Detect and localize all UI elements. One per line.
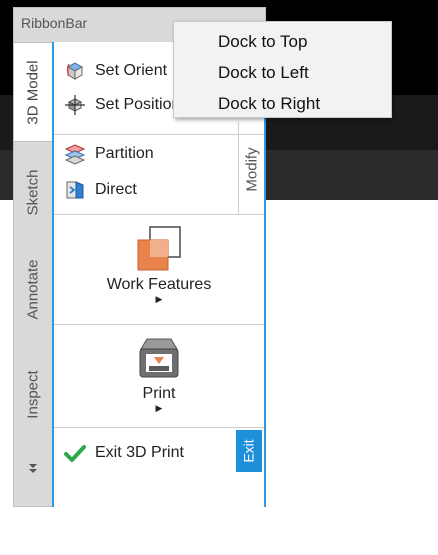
set-position-button[interactable]: Set Position xyxy=(64,94,180,116)
partition-button[interactable]: Partition xyxy=(64,143,154,165)
print-icon xyxy=(54,333,264,385)
separator xyxy=(54,134,264,135)
work-features-button[interactable]: Work Features ▶ xyxy=(54,224,264,305)
tab-annotate-label: Annotate xyxy=(24,259,42,320)
direct-edit-icon xyxy=(64,179,86,201)
menu-item-dock-to-left[interactable]: Dock to Left xyxy=(218,63,309,83)
separator xyxy=(54,214,264,215)
tab-annotate[interactable]: Annotate xyxy=(14,237,52,342)
tab-sketch-label: Sketch xyxy=(24,169,42,215)
work-features-label: Work Features xyxy=(106,276,212,293)
menu-item-dock-to-top[interactable]: Dock to Top xyxy=(218,32,307,52)
tab-3d-model[interactable]: 3D Model xyxy=(14,42,52,142)
tab-sketch[interactable]: Sketch xyxy=(14,147,52,237)
tab-inspect[interactable]: Inspect xyxy=(14,342,52,447)
separator xyxy=(54,324,264,325)
orient-cube-icon xyxy=(64,60,86,82)
exit-3d-print-button[interactable]: Exit 3D Print xyxy=(64,442,184,464)
separator xyxy=(54,427,264,428)
tab-3d-model-label: 3D Model xyxy=(24,59,42,125)
print-dropdown-icon[interactable]: ▶ xyxy=(54,403,264,414)
work-features-dropdown-icon[interactable]: ▶ xyxy=(54,294,264,305)
direct-button[interactable]: Direct xyxy=(64,179,137,201)
position-gizmo-icon xyxy=(64,94,86,116)
exit-tab[interactable]: Exit xyxy=(236,430,262,472)
group-separator xyxy=(238,122,239,214)
dock-context-menu: Dock to Top Dock to Left Dock to Right xyxy=(173,21,392,118)
partition-label: Partition xyxy=(95,145,154,162)
partition-icon xyxy=(64,143,86,165)
menu-item-dock-to-right[interactable]: Dock to Right xyxy=(218,94,320,114)
work-features-icon xyxy=(54,224,264,276)
print-button[interactable]: Print ▶ xyxy=(54,333,264,414)
print-label: Print xyxy=(142,385,176,402)
ribbon-tab-strip: 3D Model Sketch Annotate Inspect xyxy=(14,42,52,502)
set-orient-label: Set Orient xyxy=(95,62,168,79)
ribbon-title[interactable]: RibbonBar xyxy=(21,15,87,31)
set-position-label: Set Position xyxy=(95,96,181,113)
exit-tab-label: Exit xyxy=(241,439,257,463)
set-orient-button[interactable]: Set Orient xyxy=(64,60,167,82)
modify-group-label-text: Modify xyxy=(243,146,261,192)
checkmark-icon xyxy=(64,442,86,464)
exit-3d-print-label: Exit 3D Print xyxy=(95,444,184,461)
expand-more-icon[interactable] xyxy=(14,462,52,478)
tab-inspect-label: Inspect xyxy=(24,370,42,419)
modify-group-label: Modify xyxy=(242,134,262,204)
direct-label: Direct xyxy=(95,181,137,198)
